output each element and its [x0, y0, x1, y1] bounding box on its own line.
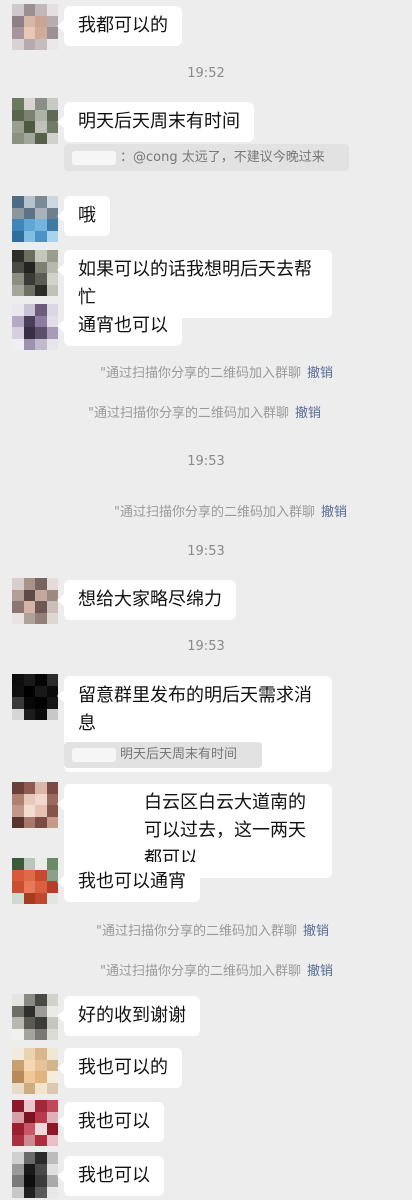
undo-link[interactable]: 撤销 — [321, 505, 347, 520]
avatar[interactable] — [12, 578, 58, 624]
system-notice: "通过扫描你分享的二维码加入群聊 撤销 — [114, 501, 347, 520]
message-bubble[interactable]: 我也可以 — [57, 1102, 164, 1142]
blurred-sender-name — [72, 150, 116, 165]
message-bubble[interactable]: 哦 — [57, 196, 110, 236]
avatar[interactable] — [12, 1100, 58, 1146]
message-text: 留意群里发布的明后天需求消息 — [78, 685, 312, 734]
avatar[interactable] — [12, 1152, 58, 1198]
blurred-sender-name — [72, 747, 116, 762]
message-bubble[interactable]: 好的收到谢谢 — [57, 996, 200, 1036]
avatar[interactable] — [12, 994, 58, 1040]
undo-link[interactable]: 撤销 — [295, 406, 321, 421]
timestamp: 19:53 — [187, 544, 225, 559]
quote-text: 明天后天周末有时间 — [120, 747, 238, 762]
avatar[interactable] — [12, 1048, 58, 1094]
quoted-message[interactable]: ：@cong 太远了，不建议今晚过来 — [64, 144, 349, 171]
message-bubble[interactable]: 我也可以的 — [57, 1048, 182, 1088]
quoted-message[interactable]: 明天后天周末有时间 — [64, 742, 262, 768]
message-text: 白云区白云大道南的可以过去，这一两天都可以 — [144, 792, 306, 869]
avatar[interactable] — [12, 858, 58, 904]
message-bubble[interactable]: 明天后天周末有时间 — [57, 102, 254, 142]
quote-text: ：@cong 太远了，不建议今晚过来 — [120, 150, 325, 165]
message-bubble[interactable]: 通宵也可以 — [57, 306, 182, 346]
system-notice: "通过扫描你分享的二维码加入群聊 撤销 — [96, 920, 329, 939]
avatar[interactable] — [12, 4, 58, 50]
avatar[interactable] — [12, 196, 58, 242]
avatar[interactable] — [12, 782, 58, 828]
message-bubble[interactable]: 我也可以 — [57, 1156, 164, 1196]
system-notice-text: "通过扫描你分享的二维码加入群聊 — [96, 924, 297, 939]
undo-link[interactable]: 撤销 — [303, 924, 329, 939]
system-notice: "通过扫描你分享的二维码加入群聊 撤销 — [100, 960, 333, 979]
undo-link[interactable]: 撤销 — [307, 366, 333, 381]
avatar[interactable] — [12, 304, 58, 350]
system-notice-text: "通过扫描你分享的二维码加入群聊 — [88, 406, 289, 421]
avatar[interactable] — [12, 250, 58, 296]
undo-link[interactable]: 撤销 — [307, 964, 333, 979]
system-notice-text: "通过扫描你分享的二维码加入群聊 — [100, 366, 301, 381]
message-bubble[interactable]: 我也可以通宵 — [57, 862, 200, 902]
timestamp: 19:53 — [187, 454, 225, 469]
system-notice: "通过扫描你分享的二维码加入群聊 撤销 — [100, 362, 333, 381]
timestamp: 19:53 — [187, 639, 225, 654]
system-notice-text: "通过扫描你分享的二维码加入群聊 — [114, 505, 315, 520]
system-notice-text: "通过扫描你分享的二维码加入群聊 — [100, 964, 301, 979]
message-bubble[interactable]: 我都可以的 — [57, 6, 182, 46]
avatar[interactable] — [12, 674, 58, 720]
timestamp: 19:52 — [187, 66, 225, 81]
avatar[interactable] — [12, 98, 58, 144]
system-notice: "通过扫描你分享的二维码加入群聊 撤销 — [88, 402, 321, 421]
message-bubble[interactable]: 想给大家略尽绵力 — [57, 580, 236, 620]
